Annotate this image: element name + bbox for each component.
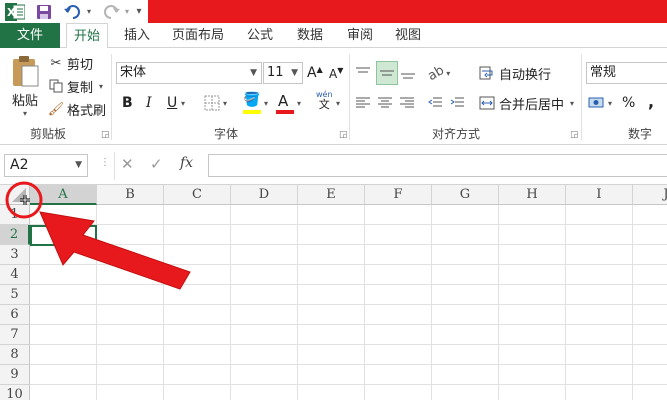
annotation-arrow bbox=[39, 211, 191, 290]
cursor-crosshair-icon bbox=[20, 195, 30, 205]
annotation-overlay bbox=[5, 181, 191, 290]
